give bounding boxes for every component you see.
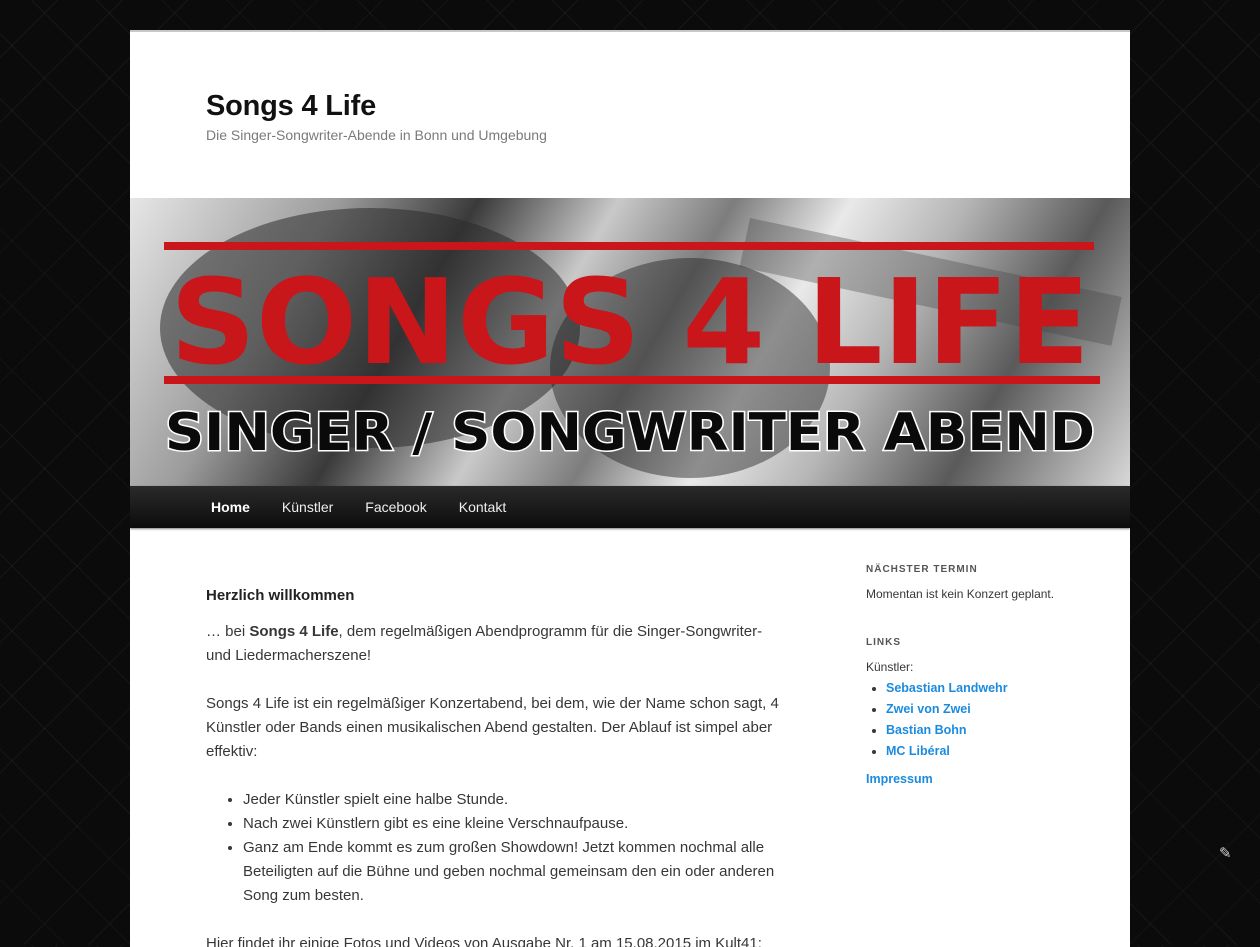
schedule-list: Jeder Künstler spielt eine halbe Stunde.… xyxy=(206,788,786,908)
artist-link-bastian-bohn[interactable]: Bastian Bohn xyxy=(886,723,967,737)
sidebar: Nächster Termin Momentan ist kein Konzer… xyxy=(866,562,1086,786)
links-label: Künstler: xyxy=(866,660,914,674)
artist-list-item: Zwei von Zwei xyxy=(886,699,1086,720)
artist-link-mc-liberal[interactable]: MC Libéral xyxy=(886,744,950,758)
description-paragraph: Songs 4 Life ist ein regelmäßiger Konzer… xyxy=(206,695,779,760)
impressum-link[interactable]: Impressum xyxy=(866,772,933,786)
artist-list-item: Sebastian Landwehr xyxy=(886,678,1086,699)
red-rule-top xyxy=(164,242,1094,250)
site-description: Die Singer-Songwriter-Abende in Bonn und… xyxy=(206,127,547,143)
list-item: Nach zwei Künstlern gibt es eine kleine … xyxy=(243,812,786,836)
nav-item-facebook[interactable]: Facebook xyxy=(349,486,442,528)
intro-prefix: … bei xyxy=(206,623,250,640)
nav-item-home[interactable]: Home xyxy=(195,486,266,528)
page-container: Songs 4 Life Die Singer-Songwriter-Abend… xyxy=(130,30,1130,947)
post-title: Herzlich willkommen xyxy=(206,587,355,604)
list-item: Ganz am Ende kommt es zum großen Showdow… xyxy=(243,836,786,908)
header-banner-image[interactable]: SONGS 4 LIFE SINGER / SONGWRITER ABEND xyxy=(130,198,1130,486)
banner-subtitle-text: SINGER / SONGWRITER ABEND xyxy=(165,403,1095,463)
list-item: Jeder Künstler spielt eine halbe Stunde. xyxy=(243,788,786,812)
nav-item-kontakt[interactable]: Kontakt xyxy=(443,486,522,528)
artist-link-zwei-von-zwei[interactable]: Zwei von Zwei xyxy=(886,702,971,716)
links-title: Links xyxy=(866,637,901,648)
artist-link-sebastian-landwehr[interactable]: Sebastian Landwehr xyxy=(886,681,1008,695)
artist-list-item: MC Libéral xyxy=(886,741,1086,762)
next-event-title: Nächster Termin xyxy=(866,564,978,575)
artist-links-list: Sebastian Landwehr Zwei von Zwei Bastian… xyxy=(866,678,1086,762)
artist-list-item: Bastian Bohn xyxy=(886,720,1086,741)
header-banner-graphic: SONGS 4 LIFE SINGER / SONGWRITER ABEND xyxy=(160,208,1122,478)
intro-paragraph: … bei Songs 4 Life, dem regelmäßigen Abe… xyxy=(206,620,786,668)
next-event-text: Momentan ist kein Konzert geplant. xyxy=(866,587,1055,601)
pen-icon[interactable]: ✎ xyxy=(1219,844,1232,862)
intro-strong: Songs 4 Life xyxy=(249,623,339,640)
main-navigation: Home Künstler Facebook Kontakt xyxy=(130,486,1130,528)
banner-title-text: SONGS 4 LIFE xyxy=(170,253,1090,391)
main-content: Herzlich willkommen … bei Songs 4 Life, … xyxy=(206,582,786,947)
nav-item-kuenstler[interactable]: Künstler xyxy=(266,486,349,528)
site-title[interactable]: Songs 4 Life xyxy=(206,90,376,123)
